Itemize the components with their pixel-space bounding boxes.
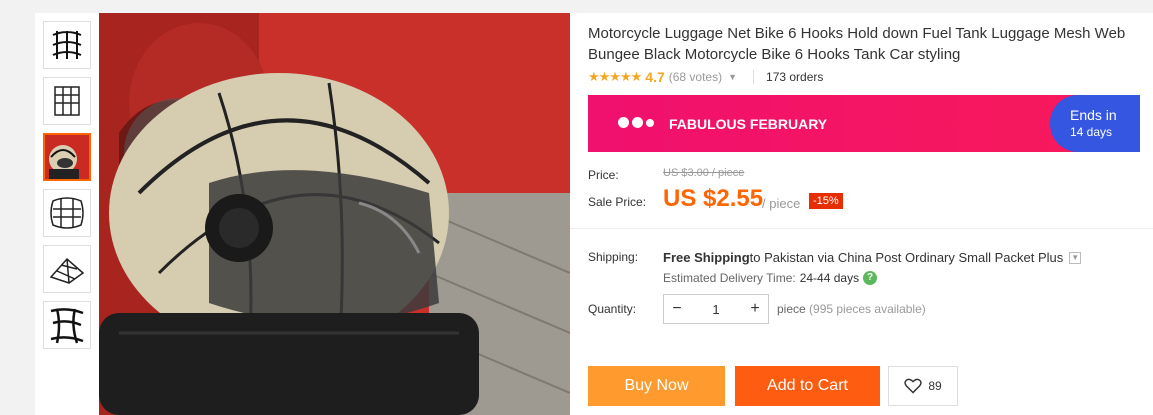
net-thumbnail-icon [54,86,80,116]
ends-in-days: 14 days [1070,125,1113,139]
thumbnail-1[interactable] [43,21,91,69]
delivery-estimate: Estimated Delivery Time: 24-44 days ? [663,271,878,285]
product-info-panel: Motorcycle Luggage Net Bike 6 Hooks Hold… [570,13,1153,415]
section-divider [570,228,1153,229]
product-title: Motorcycle Luggage Net Bike 6 Hooks Hold… [588,25,1126,63]
shipping-destination: to Pakistan via China Post Ordinary Smal… [749,250,1064,265]
orders-count: 173 orders [766,70,824,84]
net-thumbnail-icon [50,197,84,229]
quantity-label: Quantity: [588,302,637,316]
quantity-increase-button[interactable]: + [742,300,768,318]
sale-price-label: Sale Price: [588,195,647,209]
product-page: Motorcycle Luggage Net Bike 6 Hooks Hold… [0,0,1153,415]
ends-in-badge: Ends in 14 days [1050,95,1140,152]
shipping-label: Shipping: [588,250,639,264]
sale-price: US $2.55 [663,185,764,212]
net-thumbnail-icon [49,257,85,284]
promo-text: FABULOUS FEBRUARY [669,116,828,132]
quantity-decrease-button[interactable]: − [664,300,690,318]
thumbnail-list [43,21,91,357]
discount-badge: -15% [809,193,843,209]
main-product-image[interactable] [99,13,570,415]
quantity-unit: piece [777,302,806,316]
net-thumbnail-icon [50,308,84,344]
rating-row: ★★★★★ 4.7 (68 votes) ▼ 173 orders [588,69,823,85]
shipping-info[interactable]: Free Shipping to Pakistan via China Post… [663,250,1082,265]
buy-now-button[interactable]: Buy Now [588,366,725,406]
chevron-down-icon[interactable]: ▼ [1069,251,1082,264]
original-price: US $3.00 / piece [663,167,745,179]
helmet-thumbnail-icon [45,135,89,179]
ends-in-label: Ends in [1070,107,1117,123]
divider [753,70,755,84]
add-to-cart-button[interactable]: Add to Cart [735,366,880,406]
thumbnail-5[interactable] [43,245,91,293]
pieces-available: (995 pieces available) [805,302,926,316]
help-icon[interactable]: ? [863,271,878,285]
quantity-stepper: − 1 + [663,294,769,324]
wishlist-count: 89 [928,379,942,393]
rating-stars: ★★★★★ [588,69,642,84]
thumbnail-2[interactable] [43,77,91,125]
helmet-photo-icon [99,13,570,415]
promo-dots-icon [618,117,654,128]
free-shipping-text: Free Shipping [663,250,750,265]
chevron-down-icon[interactable]: ▼ [728,72,737,82]
image-gallery [35,13,570,415]
availability-note: piece (995 pieces available) [777,302,926,316]
delivery-label: Estimated Delivery Time: [663,271,796,285]
thumbnail-3[interactable] [43,133,91,181]
delivery-value: 24-44 days [799,271,860,285]
thumbnail-6[interactable] [43,301,91,349]
net-thumbnail-icon [52,31,82,59]
heart-icon [904,378,923,394]
rating-value: 4.7 [645,69,665,85]
price-unit: / piece [762,196,801,211]
votes-link[interactable]: (68 votes) [669,70,722,84]
promo-banner[interactable]: FABULOUS FEBRUARY Ends in 14 days [588,95,1140,152]
thumbnail-4[interactable] [43,189,91,237]
quantity-input[interactable]: 1 [690,302,742,317]
wishlist-button[interactable]: 89 [888,366,958,406]
price-label: Price: [588,168,619,182]
